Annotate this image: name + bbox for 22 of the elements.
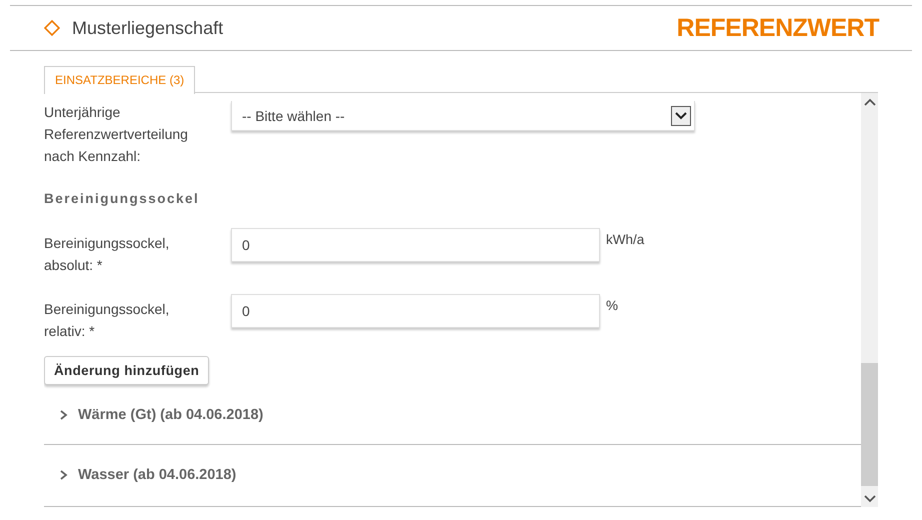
- brand-title: REFERENZWERT: [676, 14, 879, 42]
- accordion-title: Wasser (ab 04.06.2018): [78, 467, 236, 483]
- scroll-down-icon[interactable]: [864, 494, 876, 502]
- diamond-icon: [44, 20, 60, 36]
- field-label: Unterjährige Referenzwertverteilung nach Kennzahl:: [44, 103, 189, 166]
- field-label: Bereinigungssockel, relativ: *: [44, 300, 170, 341]
- field-label: Bereinigungssockel, absolut: *: [44, 234, 170, 275]
- chevron-down-icon: [675, 112, 687, 120]
- input-field[interactable]: 0: [231, 294, 600, 328]
- scrollbar[interactable]: [861, 93, 878, 507]
- page-title: Musterliegenschaft: [72, 18, 224, 38]
- scroll-up-icon[interactable]: [864, 98, 876, 106]
- unit-label: kWh/a: [606, 232, 644, 247]
- add-change-button[interactable]: Änderung hinzufügen: [44, 356, 210, 385]
- select-field[interactable]: -- Bitte wählen --: [231, 101, 695, 131]
- scroll-thumb[interactable]: [861, 363, 878, 486]
- unit-label: %: [606, 298, 618, 313]
- accordion-title: Wärme (Gt) (ab 04.06.2018): [78, 406, 264, 422]
- input-field[interactable]: 0: [231, 228, 600, 262]
- accordion-header[interactable]: Wärme (Gt) (ab 04.06.2018): [44, 385, 861, 445]
- accordion-header[interactable]: Wasser (ab 04.06.2018): [44, 445, 861, 505]
- section-heading: Bereinigungssockel: [44, 191, 200, 206]
